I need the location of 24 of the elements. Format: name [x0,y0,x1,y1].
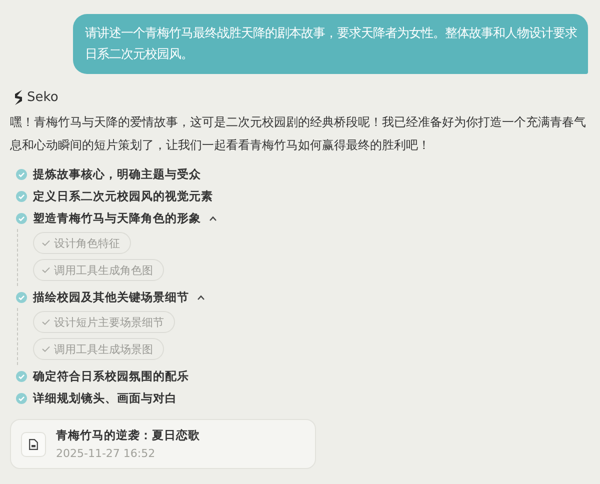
document-title: 青梅竹马的逆袭：夏日恋歌 [56,428,200,443]
check-icon [42,319,50,325]
assistant-name: Seko [27,90,58,105]
check-icon [42,267,50,273]
step-label: 定义日系二次元校园风的视觉元素 [33,188,213,204]
substep-label: 设计角色特征 [54,236,120,250]
document-icon [21,432,46,456]
step-label: 详细规划镜头、画面与对白 [33,390,177,406]
substep-label: 调用工具生成场景图 [54,342,153,356]
document-card[interactable]: 青梅竹马的逆袭：夏日恋歌 2025-11-27 16:52 [10,419,316,469]
user-message: 请讲述一个青梅竹马最终战胜天降的剧本故事，要求天降者为女性。整体故事和人物设计要求日系二次元校园风。 [73,14,588,74]
step-label: 确定符合日系校园氛围的配乐 [33,368,189,384]
substep-label: 调用工具生成角色图 [54,262,153,278]
chevron-icon[interactable] [209,216,217,220]
chevron-icon[interactable] [197,294,205,300]
logo-icon [14,90,23,105]
document-timestamp: 2025-11-27 16:52 [56,447,156,460]
step-label: 提炼故事核心，明确主题与受众 [33,166,201,182]
step-label: 塑造青梅竹马与天降角色的形象 [33,210,201,226]
substep-label: 设计短片主要场景细节 [54,314,164,330]
assistant-message: 嘿！青梅竹马与天降的爱情故事，这可是二次元校园剧的经典桥段呢！我已经准备好为你打造一个充满青春气息和心动瞬间的短片策划了，让我们一起看看青梅竹马如何赢得最终的胜利吧！ [10,114,587,154]
check-icon [42,240,50,246]
check-icon [42,346,50,352]
step-label: 描绘校园及其他关键场景细节 [33,290,189,304]
